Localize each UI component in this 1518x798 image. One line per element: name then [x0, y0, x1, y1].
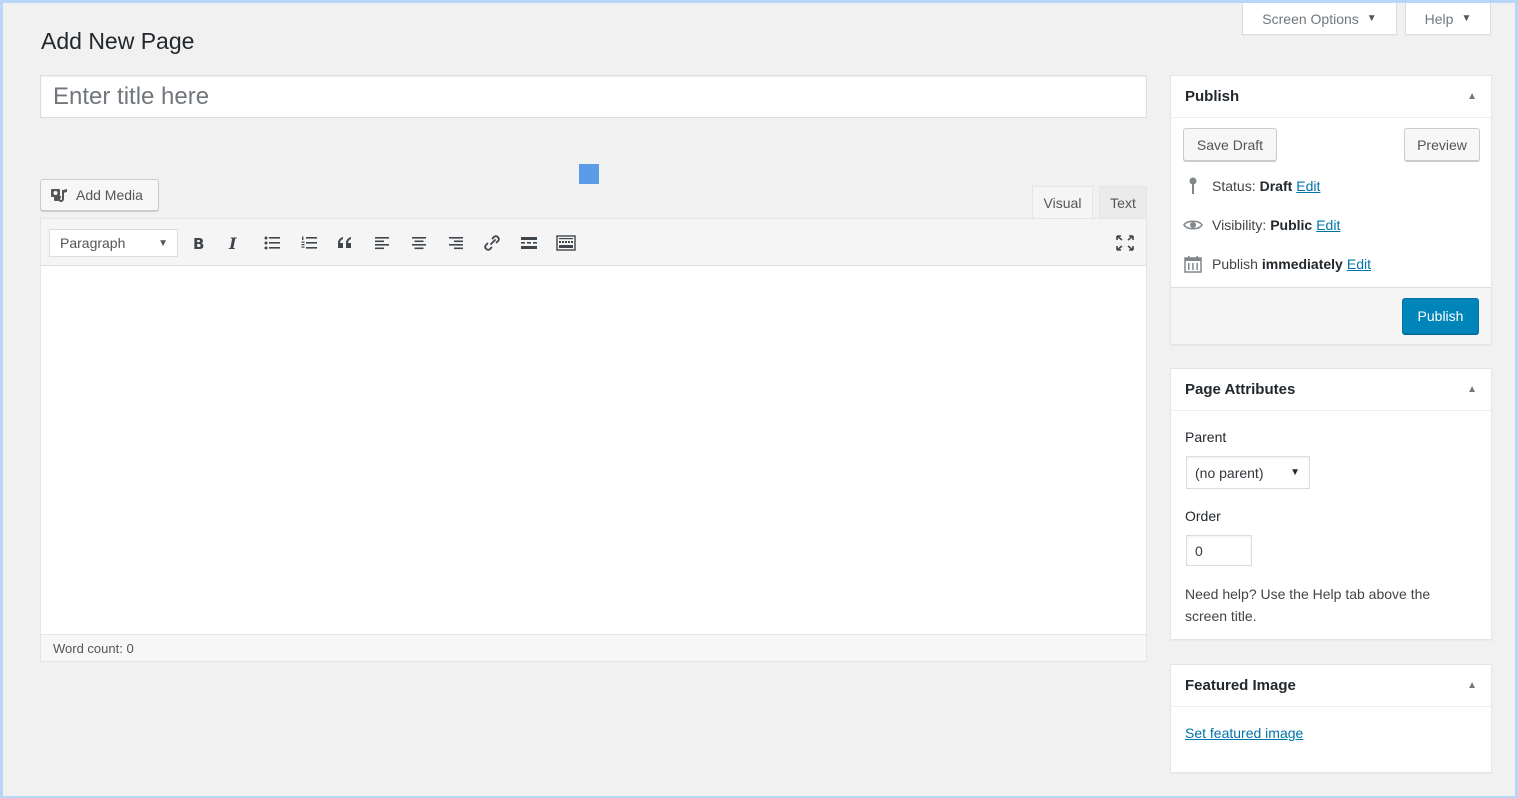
page-attributes-title: Page Attributes	[1185, 381, 1296, 398]
order-input[interactable]	[1186, 535, 1252, 566]
visibility-row: Visibility: Public Edit	[1183, 215, 1340, 235]
editor-status-bar: Word count: 0	[41, 634, 1146, 661]
eye-icon	[1183, 215, 1203, 235]
featured-image-title: Featured Image	[1185, 677, 1296, 694]
format-select[interactable]: Paragraph ▼	[49, 229, 178, 257]
page-title: Add New Page	[41, 28, 195, 54]
parent-select[interactable]: (no parent) ▼	[1186, 456, 1310, 489]
chevron-down-icon: ▼	[1290, 467, 1300, 478]
publish-time-row: Publish immediately Edit	[1183, 254, 1371, 274]
svg-text:B: B	[193, 235, 204, 251]
featured-image-box: Featured Image ▲ Set featured image	[1170, 664, 1492, 773]
title-input[interactable]	[40, 75, 1147, 118]
publish-box-title: Publish	[1185, 88, 1240, 105]
media-icon	[50, 187, 70, 203]
collapse-arrow-icon[interactable]: ▲	[1467, 384, 1477, 395]
svg-text:I: I	[228, 235, 237, 251]
pin-icon	[1183, 176, 1203, 196]
publish-box: Publish ▲ Save Draft Preview Status: Dra…	[1170, 75, 1492, 345]
chevron-down-icon: ▼	[1366, 13, 1377, 24]
status-label: Status:	[1212, 178, 1256, 194]
word-count: Word count: 0	[53, 640, 134, 656]
add-media-button[interactable]: Add Media	[40, 179, 159, 211]
editor-content-area[interactable]	[41, 266, 1146, 635]
collapse-arrow-icon[interactable]: ▲	[1467, 91, 1477, 102]
schedule-label: Publish	[1212, 256, 1258, 272]
numbered-list-icon[interactable]	[296, 231, 322, 255]
align-right-icon[interactable]	[443, 231, 469, 255]
fullscreen-icon[interactable]	[1112, 231, 1138, 255]
toolbar-toggle-icon[interactable]	[553, 231, 579, 255]
visibility-value: Public	[1270, 217, 1313, 233]
save-draft-button[interactable]: Save Draft	[1183, 128, 1277, 161]
collapse-arrow-icon[interactable]: ▲	[1467, 680, 1477, 691]
blockquote-icon[interactable]	[332, 231, 358, 255]
visibility-label: Visibility:	[1212, 217, 1267, 233]
status-value: Draft	[1259, 178, 1293, 194]
link-icon[interactable]	[479, 231, 505, 255]
status-row: Status: Draft Edit	[1183, 176, 1320, 196]
chevron-down-icon: ▼	[158, 237, 168, 249]
add-media-label: Add Media	[76, 187, 143, 203]
preview-button[interactable]: Preview	[1404, 128, 1480, 161]
help-label: Help	[1424, 10, 1454, 27]
align-left-icon[interactable]	[369, 231, 395, 255]
page-attributes-header[interactable]: Page Attributes ▲	[1171, 369, 1491, 411]
italic-icon[interactable]: I	[222, 231, 248, 255]
tab-visual[interactable]: Visual	[1032, 186, 1093, 219]
set-featured-image-link[interactable]: Set featured image	[1185, 725, 1303, 741]
parent-label: Parent	[1185, 429, 1227, 445]
publish-button[interactable]: Publish	[1402, 298, 1479, 334]
tab-text[interactable]: Text	[1099, 186, 1147, 219]
schedule-value: immediately	[1261, 256, 1343, 272]
bold-icon[interactable]: B	[186, 231, 212, 255]
drag-indicator	[579, 164, 599, 184]
parent-select-value: (no parent)	[1195, 464, 1264, 481]
screen-options-button[interactable]: Screen Options ▼	[1242, 3, 1397, 35]
editor-toolbar: Paragraph ▼ B I	[41, 219, 1146, 266]
content-editor: Paragraph ▼ B I Word count: 0	[40, 218, 1147, 662]
help-button[interactable]: Help ▼	[1405, 3, 1491, 35]
calendar-icon	[1183, 254, 1203, 274]
order-label: Order	[1185, 508, 1221, 524]
edit-schedule-link[interactable]: Edit	[1347, 256, 1371, 272]
format-select-value: Paragraph	[60, 235, 126, 251]
publish-actions: Publish	[1171, 287, 1491, 344]
edit-status-link[interactable]: Edit	[1296, 178, 1320, 194]
read-more-icon[interactable]	[516, 231, 542, 255]
featured-image-header[interactable]: Featured Image ▲	[1171, 665, 1491, 707]
chevron-down-icon: ▼	[1461, 13, 1472, 24]
bulleted-list-icon[interactable]	[259, 231, 285, 255]
help-note: Need help? Use the Help tab above the sc…	[1185, 586, 1431, 624]
align-center-icon[interactable]	[406, 231, 432, 255]
publish-box-header[interactable]: Publish ▲	[1171, 76, 1491, 118]
screen-options-label: Screen Options	[1262, 10, 1359, 27]
edit-visibility-link[interactable]: Edit	[1316, 217, 1340, 233]
page-attributes-box: Page Attributes ▲ Parent (no parent) ▼ O…	[1170, 368, 1492, 640]
